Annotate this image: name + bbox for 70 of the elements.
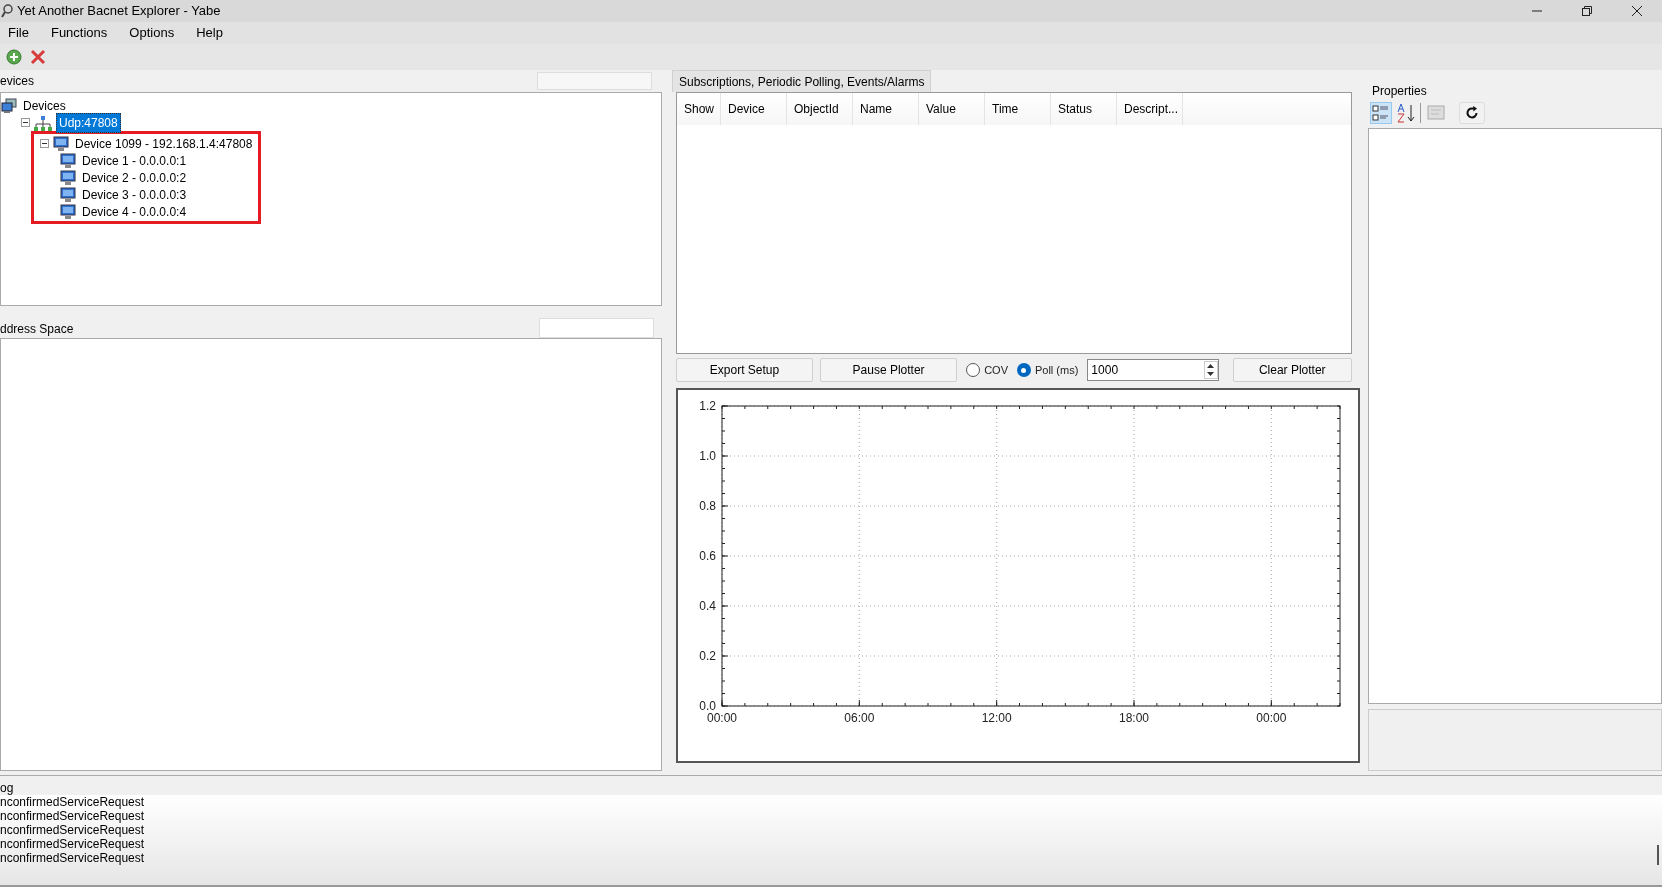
- tree-item[interactable]: Udp:47808: [56, 112, 121, 133]
- close-icon: [1632, 6, 1642, 16]
- window-title: Yet Another Bacnet Explorer - Yabe: [17, 2, 221, 21]
- x-tick-label: 06:00: [844, 711, 875, 725]
- y-tick-label: 0.8: [699, 499, 716, 513]
- tree-item[interactable]: Device 1099 - 192.168.1.4:47808: [73, 134, 255, 153]
- x-tick-label: 18:00: [1119, 711, 1149, 725]
- column-header[interactable]: ObjectId: [787, 93, 853, 125]
- tree-item[interactable]: Devices: [21, 96, 68, 115]
- search-icon: [1, 4, 13, 18]
- computers-icon: [1, 97, 17, 114]
- add-icon[interactable]: [6, 49, 22, 65]
- column-header[interactable]: Show: [677, 93, 721, 125]
- y-tick-label: 0.0: [699, 699, 716, 713]
- menu-item[interactable]: Options: [129, 23, 175, 43]
- categorized-icon[interactable]: [1370, 101, 1392, 124]
- tree-item[interactable]: Device 1 - 0.0.0.0:1: [80, 151, 189, 170]
- push-button[interactable]: Pause Plotter: [820, 358, 958, 382]
- x-tick-label: 00:00: [707, 711, 737, 725]
- refresh-button[interactable]: [1459, 101, 1485, 124]
- monitor-icon: [53, 135, 69, 152]
- column-header[interactable]: Device: [721, 93, 787, 125]
- tree-item[interactable]: Device 2 - 0.0.0.0:2: [80, 168, 189, 187]
- radio-label: COV: [984, 362, 1008, 378]
- panel-title: ddress Space: [0, 321, 74, 338]
- y-tick-label: 0.2: [699, 649, 716, 663]
- log-line: nconfirmedServiceRequest: [0, 809, 146, 823]
- x-tick-label: 00:00: [1256, 711, 1287, 725]
- tree-item[interactable]: Device 4 - 0.0.0.0:4: [80, 202, 189, 221]
- column-header[interactable]: Time: [985, 93, 1051, 125]
- refresh-icon: [1465, 105, 1479, 120]
- collapse-icon[interactable]: [21, 118, 30, 127]
- spin-buttons[interactable]: [1203, 361, 1218, 379]
- monitor-icon: [60, 169, 76, 186]
- column-header[interactable]: Value: [919, 93, 985, 125]
- tree-item[interactable]: Device 3 - 0.0.0.0:3: [80, 185, 189, 204]
- panel-title: og: [0, 780, 15, 795]
- column-header[interactable]: Descript...: [1117, 93, 1183, 125]
- restore-icon: [1582, 6, 1592, 16]
- monitor-icon: [60, 203, 76, 220]
- log-line: nconfirmedServiceRequest: [0, 823, 146, 837]
- radio-button[interactable]: [966, 363, 981, 377]
- number-field[interactable]: 1000: [1087, 359, 1219, 381]
- panel-title: Properties: [1372, 83, 1428, 100]
- y-tick-label: 0.4: [699, 599, 716, 613]
- monitor-icon: [60, 152, 76, 169]
- x-tick-label: 12:00: [981, 711, 1012, 725]
- network-icon: [34, 114, 52, 131]
- column-header[interactable]: Status: [1051, 93, 1117, 125]
- sort-icon[interactable]: [1396, 101, 1416, 124]
- panel-title: evices: [0, 73, 34, 90]
- menu-item[interactable]: File: [8, 23, 29, 43]
- delete-icon[interactable]: [30, 49, 46, 65]
- radio-button[interactable]: [1016, 363, 1031, 377]
- log-line: nconfirmedServiceRequest: [0, 837, 146, 851]
- push-button[interactable]: Clear Plotter: [1232, 358, 1352, 382]
- y-tick-label: 1.0: [699, 449, 716, 463]
- column-header[interactable]: Name: [853, 93, 919, 125]
- menu-item[interactable]: Help: [196, 23, 223, 43]
- monitor-icon: [60, 186, 76, 203]
- push-button[interactable]: Export Setup: [676, 358, 814, 382]
- y-tick-label: 1.2: [699, 399, 716, 413]
- radio-label: Poll (ms): [1034, 362, 1079, 378]
- scrollbar-thumb[interactable]: [1657, 845, 1659, 865]
- log-line: nconfirmedServiceRequest: [0, 795, 146, 809]
- y-tick-label: 0.6: [699, 549, 716, 563]
- menu-item[interactable]: Functions: [50, 23, 108, 43]
- collapse-icon[interactable]: [40, 139, 49, 148]
- panel-tab[interactable]: Subscriptions, Periodic Polling, Events/Alarms: [672, 70, 932, 92]
- log-line: nconfirmedServiceRequest: [0, 851, 146, 865]
